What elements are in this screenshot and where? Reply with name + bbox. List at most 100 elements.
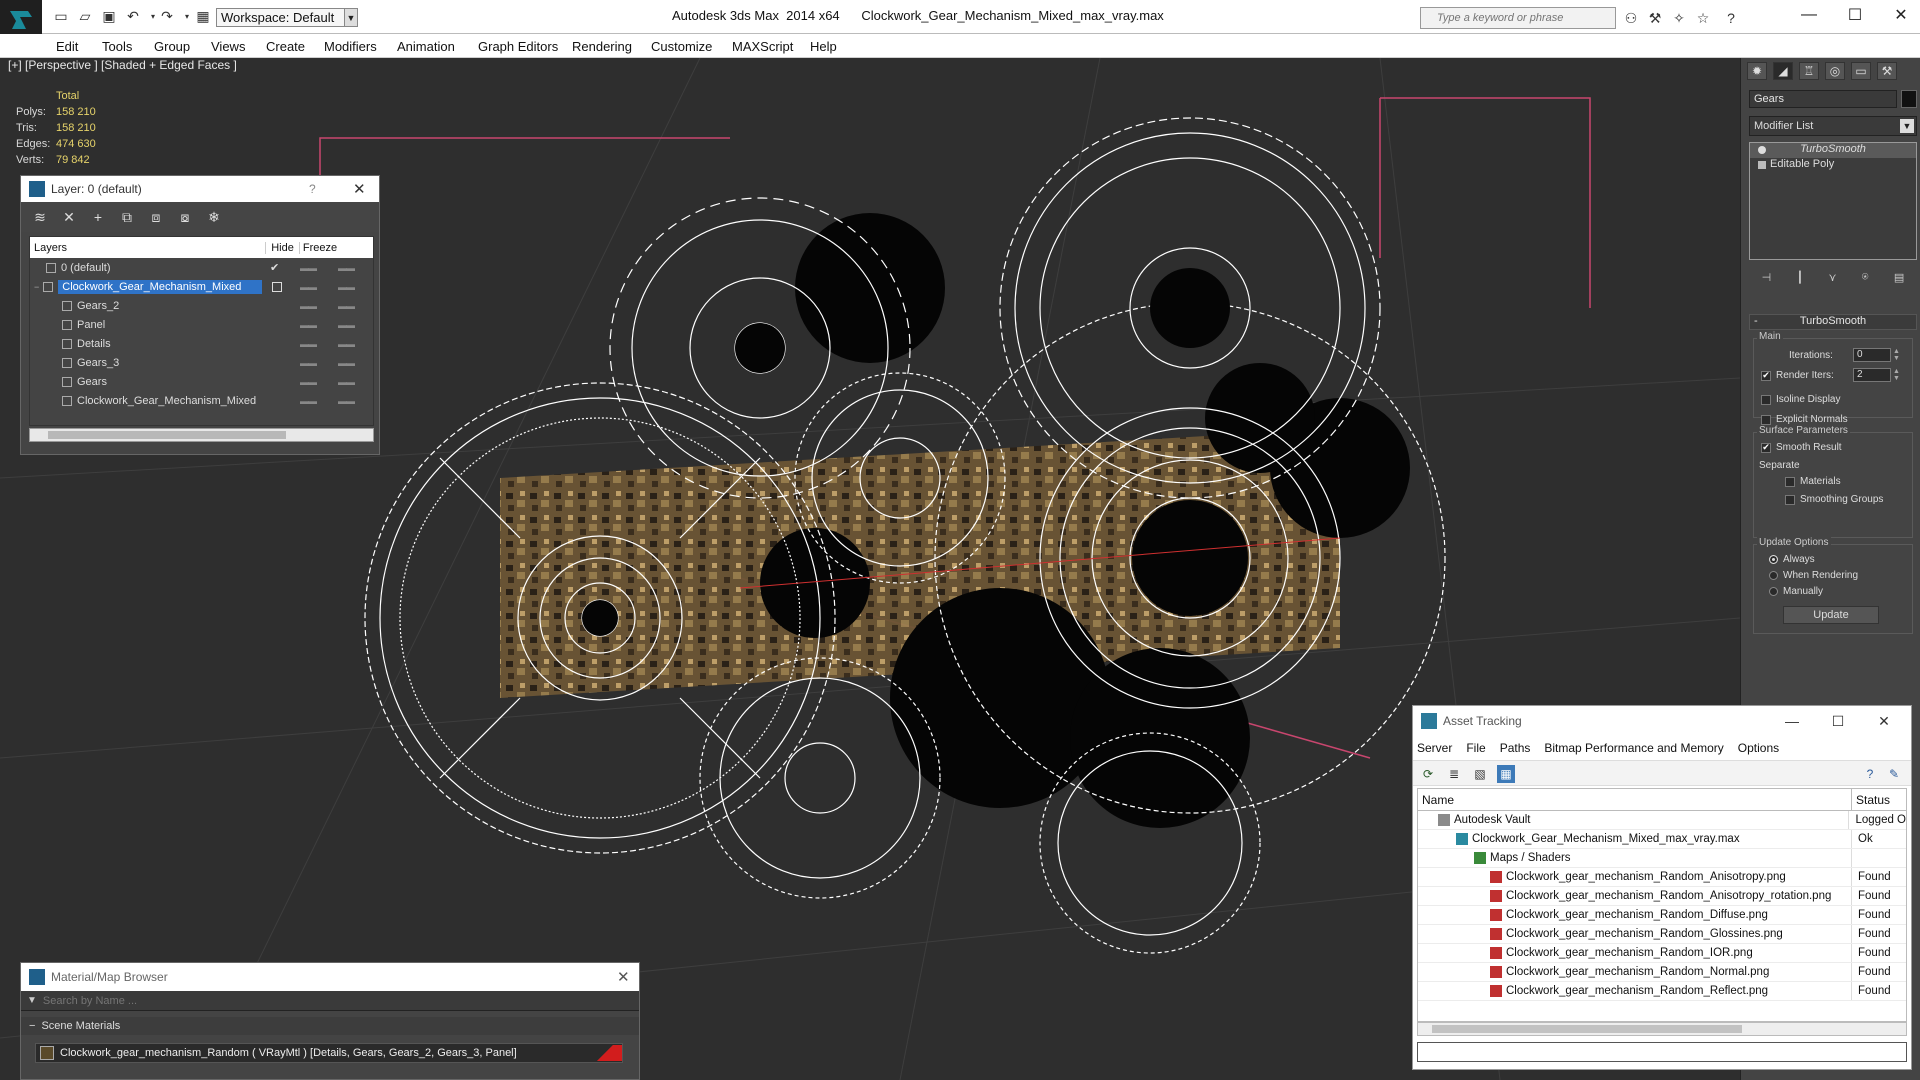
help-icon[interactable]: ? bbox=[309, 182, 316, 196]
asset-menu-bitmap-performance[interactable]: Bitmap Performance and Memory bbox=[1544, 741, 1723, 755]
binoculars-icon[interactable]: ⚇ bbox=[1622, 9, 1640, 27]
display-tab-icon[interactable]: ▭ bbox=[1851, 62, 1871, 80]
add-to-layer-icon[interactable]: + bbox=[89, 208, 107, 226]
material-search-input[interactable] bbox=[36, 994, 597, 1007]
col-name[interactable]: Name bbox=[1418, 789, 1852, 810]
freeze-toggle[interactable]: ▬▬ bbox=[338, 320, 355, 330]
freeze-toggle[interactable]: ▬▬ bbox=[338, 377, 355, 387]
delete-layer-icon[interactable]: ✕ bbox=[60, 208, 78, 226]
workspace-dropdown-icon[interactable]: ▼ bbox=[344, 8, 358, 27]
material-browser-titlebar[interactable]: Material/Map Browser ✕ bbox=[21, 963, 639, 991]
smoothing-groups-checkbox[interactable]: Smoothing Groups bbox=[1785, 494, 1883, 505]
manually-radio[interactable]: Manually bbox=[1769, 586, 1823, 597]
close-button[interactable]: ✕ bbox=[1873, 712, 1895, 730]
asset-menu-paths[interactable]: Paths bbox=[1500, 741, 1531, 755]
scrollbar-thumb[interactable] bbox=[48, 431, 286, 439]
layer-window-titlebar[interactable]: Layer: 0 (default) ? ✕ bbox=[21, 176, 379, 202]
redo-icon[interactable]: ↷ bbox=[158, 8, 176, 24]
menu-modifiers[interactable]: Modifiers bbox=[324, 39, 377, 54]
menu-tools[interactable]: Tools bbox=[102, 39, 132, 54]
menu-group[interactable]: Group bbox=[154, 39, 190, 54]
asset-menu-options[interactable]: Options bbox=[1738, 741, 1779, 755]
menu-help[interactable]: Help bbox=[810, 39, 837, 54]
menu-animation[interactable]: Animation bbox=[397, 39, 455, 54]
workspace-select[interactable]: Workspace: Default bbox=[216, 8, 354, 27]
open-file-icon[interactable]: ▱ bbox=[76, 8, 94, 24]
col-status[interactable]: Status bbox=[1852, 789, 1894, 810]
hide-toggle[interactable]: ▬▬ bbox=[300, 339, 317, 349]
always-radio[interactable]: Always bbox=[1769, 554, 1815, 565]
col-layers[interactable]: Layers bbox=[30, 241, 266, 254]
layer-row[interactable]: − Clockwork_Gear_Mechanism_Mixed ▬▬ ▬▬ bbox=[30, 277, 373, 296]
layer-row[interactable]: 0 (default) ✔ ▬▬ ▬▬ bbox=[30, 258, 373, 277]
close-icon[interactable]: ✕ bbox=[353, 180, 366, 198]
freeze-toggle[interactable]: ▬▬ bbox=[338, 358, 355, 368]
expand-icon[interactable] bbox=[1758, 161, 1766, 169]
scrollbar-thumb[interactable] bbox=[1432, 1025, 1742, 1033]
maximize-button[interactable]: ☐ bbox=[1827, 712, 1849, 730]
communication-center-icon[interactable]: ✧ bbox=[1670, 9, 1688, 27]
smooth-result-checkbox[interactable]: ✔ Smooth Result bbox=[1761, 442, 1842, 453]
collapse-icon[interactable]: − bbox=[29, 1020, 35, 1032]
freeze-toggle[interactable]: ▬▬ bbox=[338, 396, 355, 406]
asset-row-vault[interactable]: Autodesk Vault Logged O bbox=[1418, 811, 1906, 830]
object-name-field[interactable]: Gears bbox=[1749, 90, 1897, 108]
freeze-toggle[interactable]: ▬▬ bbox=[338, 282, 355, 292]
render-iters-spinner[interactable]: 2 bbox=[1853, 368, 1891, 382]
asset-row-max-file[interactable]: Clockwork_Gear_Mechanism_Mixed_max_vray.… bbox=[1418, 830, 1906, 849]
menu-graph-editors[interactable]: Graph Editors bbox=[478, 39, 558, 54]
modifier-list-dropdown[interactable]: Modifier List ▼ bbox=[1749, 116, 1917, 136]
current-layer-check-icon[interactable]: ✔ bbox=[270, 261, 279, 274]
asset-row-png[interactable]: Clockwork_gear_mechanism_Random_Glossine… bbox=[1418, 925, 1906, 944]
project-folder-icon[interactable]: ▦ bbox=[194, 8, 212, 24]
hide-toggle[interactable]: ▬▬ bbox=[300, 358, 317, 368]
object-color-swatch[interactable] bbox=[1901, 90, 1917, 108]
layer-row[interactable]: Gears ▬▬ ▬▬ bbox=[30, 372, 373, 391]
spinner-arrows-icon[interactable]: ▲ ▼ bbox=[1893, 348, 1901, 362]
freeze-toggle[interactable]: ▬▬ bbox=[338, 339, 355, 349]
undo-icon[interactable]: ↶ bbox=[124, 8, 142, 24]
asset-menu-file[interactable]: File bbox=[1466, 741, 1485, 755]
save-file-icon[interactable]: ▣ bbox=[100, 8, 118, 24]
collapse-icon[interactable]: − bbox=[34, 282, 39, 292]
update-button[interactable]: Update bbox=[1783, 606, 1879, 624]
asset-horizontal-scrollbar[interactable] bbox=[1417, 1022, 1907, 1036]
asset-row-png[interactable]: Clockwork_gear_mechanism_Random_Diffuse.… bbox=[1418, 906, 1906, 925]
help-search-input[interactable] bbox=[1421, 8, 1615, 28]
utilities-tab-icon[interactable]: ⚒ bbox=[1877, 62, 1897, 80]
select-in-layer-icon[interactable]: ⧉ bbox=[118, 208, 136, 226]
layer-row[interactable]: Panel ▬▬ ▬▬ bbox=[30, 315, 373, 334]
lightbulb-icon[interactable] bbox=[1758, 146, 1766, 154]
stack-item-turbosmooth[interactable]: TurboSmooth bbox=[1750, 143, 1916, 158]
highlight-layer-icon[interactable]: ⧈ bbox=[147, 208, 165, 226]
list-view-icon[interactable]: ≣ bbox=[1445, 765, 1463, 783]
subscription-icon[interactable]: ⚒ bbox=[1646, 9, 1664, 27]
explicit-normals-checkbox[interactable]: Explicit Normals bbox=[1761, 414, 1848, 425]
materials-checkbox[interactable]: Materials bbox=[1785, 476, 1841, 487]
minimize-button[interactable]: — bbox=[1786, 0, 1832, 30]
help-icon[interactable]: ? bbox=[1722, 9, 1740, 27]
close-icon[interactable]: ✕ bbox=[617, 968, 630, 986]
configure-sets-icon[interactable]: ▤ bbox=[1894, 271, 1904, 284]
hide-toggle[interactable]: ▬▬ bbox=[300, 282, 317, 292]
spinner-arrows-icon[interactable]: ▲ ▼ bbox=[1893, 368, 1901, 382]
close-button[interactable]: ✕ bbox=[1878, 0, 1920, 30]
show-end-result-icon[interactable]: ┃ bbox=[1797, 271, 1804, 284]
material-entry[interactable]: Clockwork_gear_mechanism_Random ( VRayMt… bbox=[35, 1043, 623, 1063]
options-icon[interactable]: ✎ bbox=[1885, 765, 1903, 783]
hide-toggle[interactable]: ▬▬ bbox=[300, 263, 317, 273]
menu-rendering[interactable]: Rendering bbox=[572, 39, 632, 54]
asset-row-maps-folder[interactable]: Maps / Shaders bbox=[1418, 849, 1906, 868]
col-hide[interactable]: Hide bbox=[266, 241, 300, 254]
stack-item-editable-poly[interactable]: Editable Poly bbox=[1750, 158, 1916, 173]
asset-window-titlebar[interactable]: Asset Tracking — ☐ ✕ bbox=[1413, 706, 1911, 736]
menu-create[interactable]: Create bbox=[266, 39, 305, 54]
layer-row[interactable]: Gears_2 ▬▬ ▬▬ bbox=[30, 296, 373, 315]
menu-customize[interactable]: Customize bbox=[651, 39, 712, 54]
hide-all-icon[interactable]: ⧇ bbox=[176, 208, 194, 226]
layer-row[interactable]: Clockwork_Gear_Mechanism_Mixed ▬▬ ▬▬ bbox=[30, 391, 373, 410]
iterations-spinner[interactable]: 0 bbox=[1853, 348, 1891, 362]
hide-toggle[interactable]: ▬▬ bbox=[300, 301, 317, 311]
hide-toggle[interactable]: ▬▬ bbox=[300, 320, 317, 330]
asset-row-png[interactable]: Clockwork_gear_mechanism_Random_IOR.png F… bbox=[1418, 944, 1906, 963]
